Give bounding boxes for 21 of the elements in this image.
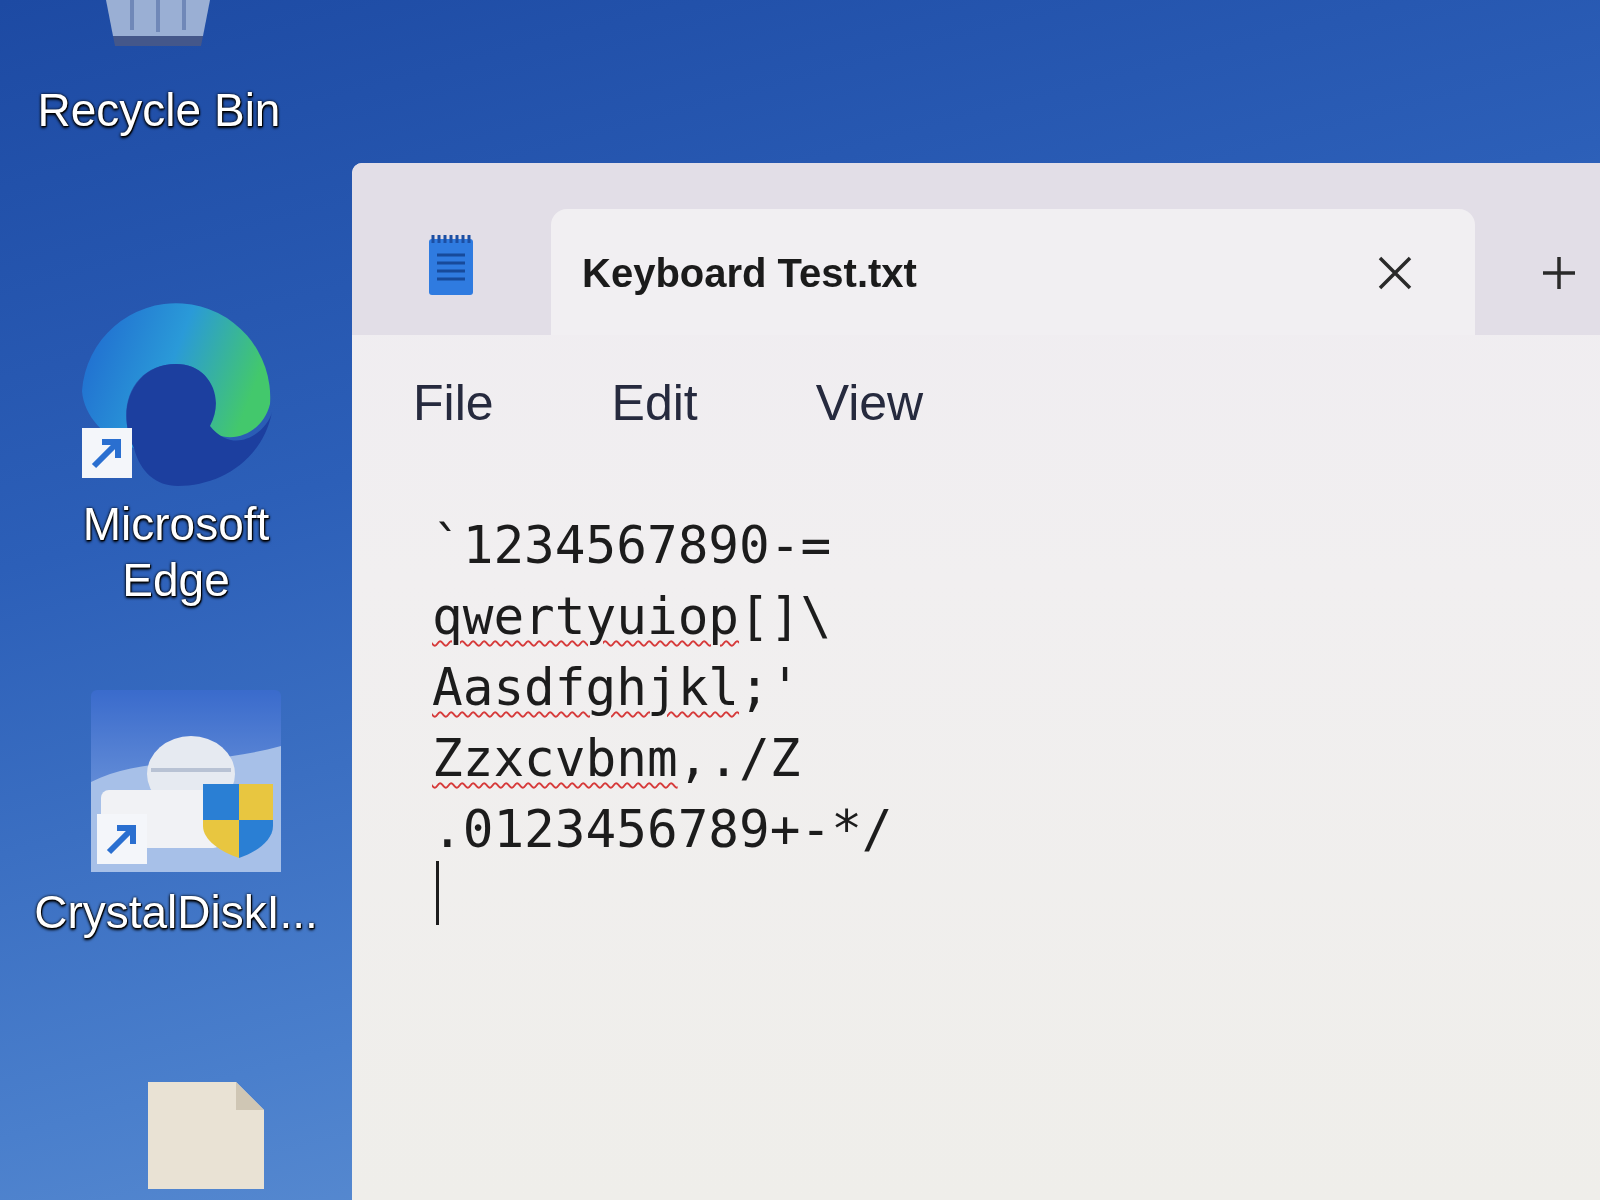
typed-text: `1234567890-=	[432, 516, 832, 575]
notepad-icon	[427, 233, 475, 296]
typed-text: Zzxcvbnm	[432, 729, 678, 788]
text-cursor	[436, 861, 439, 925]
menu-item[interactable]: File	[403, 369, 504, 437]
typed-text: []\	[739, 587, 832, 646]
typed-text: .0123456789+-*/	[432, 800, 893, 859]
plus-icon[interactable]	[1541, 255, 1577, 291]
menu-item[interactable]: Edit	[601, 369, 708, 437]
typed-text: ,./Z	[677, 729, 801, 788]
disk-shield-icon[interactable]	[91, 690, 281, 872]
typed-text: ;'	[739, 658, 801, 717]
icon-label[interactable]: Microsoft Edge	[30, 496, 322, 608]
menu-item[interactable]: View	[805, 369, 934, 437]
text-editor[interactable]: `1234567890-= qwertyuiop[]\ Aasdfghjkl;' Zzxcvbnm,./Z .0123456789+-*/	[352, 437, 1600, 1200]
close-icon[interactable]	[1377, 255, 1413, 291]
typed-text: Aasdfghjkl	[432, 658, 740, 717]
document-tab[interactable]: Keyboard Test.txt	[551, 209, 1475, 335]
icon-label[interactable]: Recycle Bin	[37, 82, 281, 138]
typed-text: qwertyuiop	[432, 587, 740, 646]
icon-label[interactable]: CrystalDiskI...	[34, 884, 318, 940]
